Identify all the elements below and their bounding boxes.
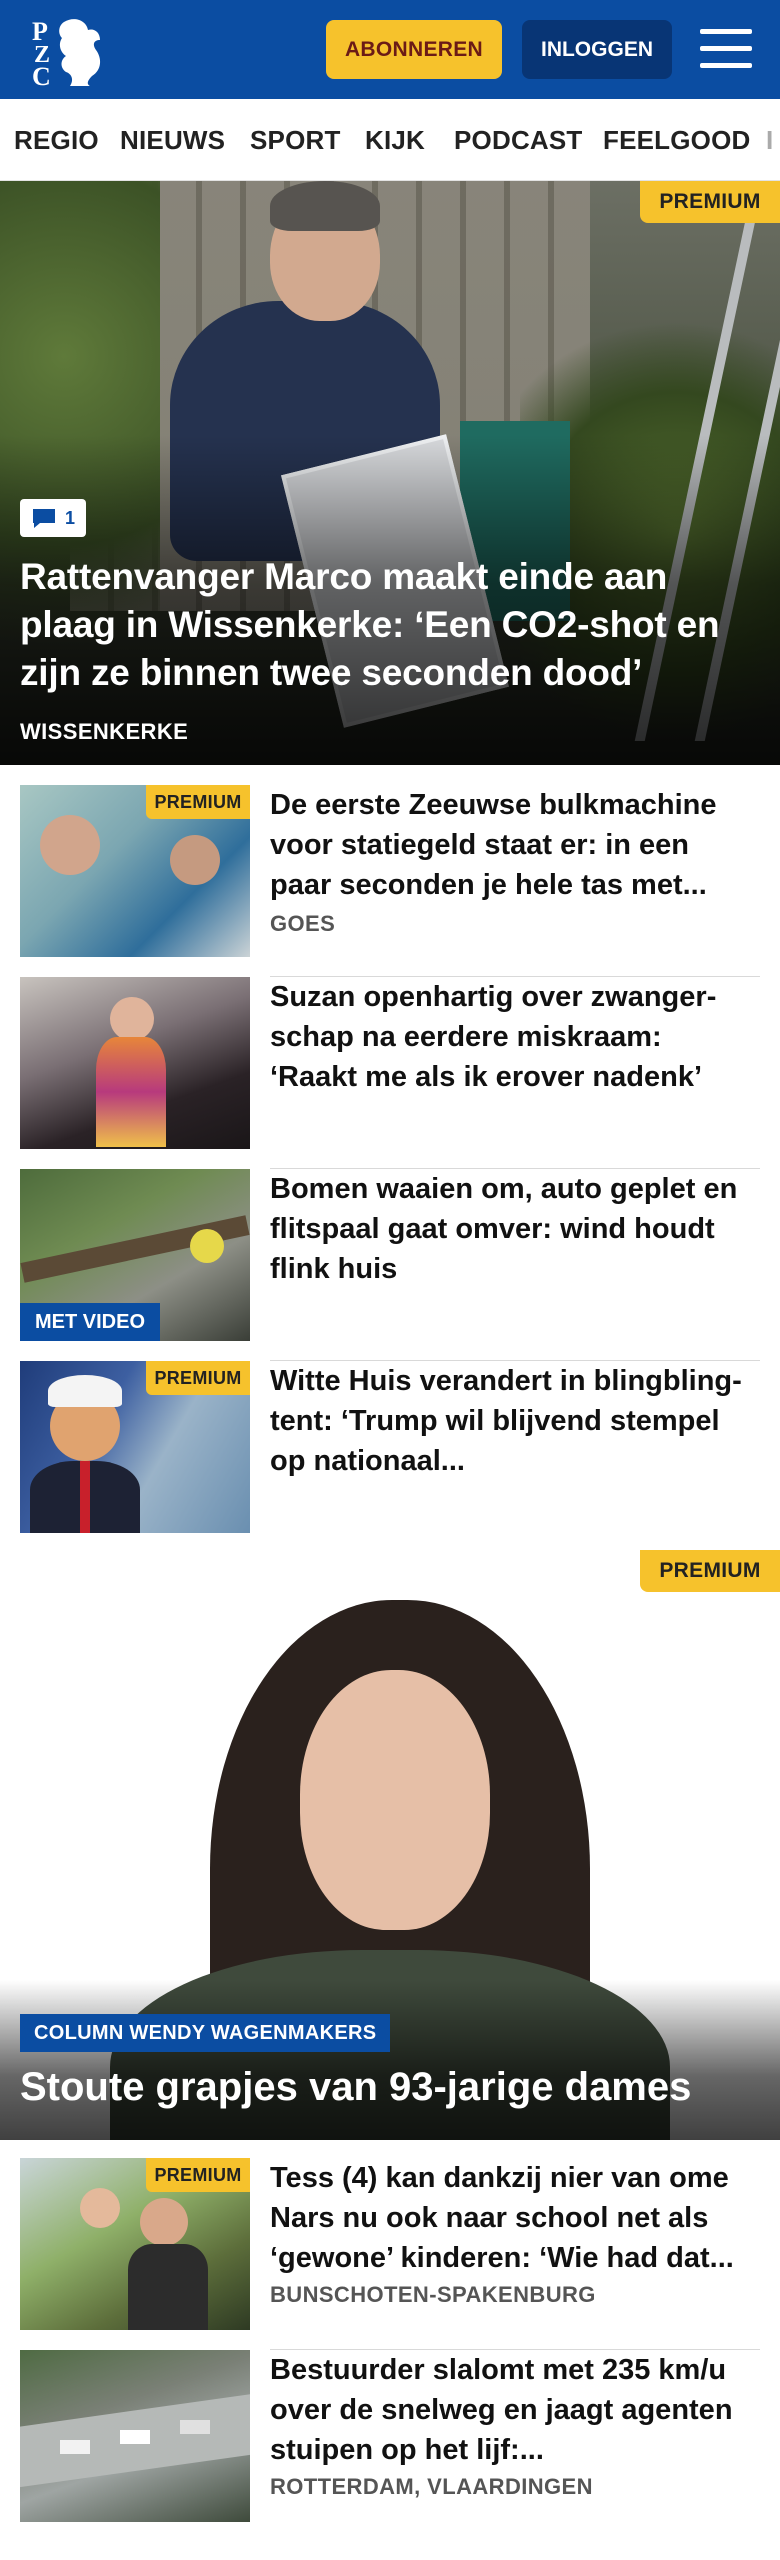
article-title[interactable]: Tess (4) kan dankzij nier van ome Nars n… (270, 2158, 750, 2278)
article-thumbnail (20, 977, 250, 1149)
premium-badge: PREMIUM (146, 2158, 250, 2192)
menu-line-bottom (700, 63, 752, 68)
video-badge: MET VIDEO (20, 1303, 160, 1341)
list-item[interactable]: MET VIDEO Bomen waaien om, auto geplet e… (20, 1169, 760, 1361)
list-item[interactable]: Bestuurder slalomt met 235 km/u over de … (20, 2350, 760, 2542)
logo-letter-c: C (32, 62, 51, 88)
site-header: P Z C ABONNEREN INLOGGEN (0, 0, 780, 99)
thumbnail-worker (190, 1229, 224, 1263)
article-thumbnail: PREMIUM (20, 1361, 250, 1533)
subscribe-button[interactable]: ABONNEREN (326, 20, 502, 79)
hamburger-menu-icon[interactable] (700, 27, 752, 71)
nav-item-regio[interactable]: REGIO (14, 125, 99, 156)
article-location: BUNSCHOTEN-SPAKENBURG (270, 2282, 596, 2307)
thumbnail-figure-tie (80, 1461, 90, 1533)
thumbnail-car (180, 2420, 210, 2434)
article-title[interactable]: Bestuurder slalomt met 235 km/u over de … (270, 2350, 750, 2470)
section-nav: REGIO NIEUWS SPORT KIJK PODCAST FEELGOOD… (0, 99, 780, 181)
nav-item-nieuws[interactable]: NIEUWS (120, 125, 225, 156)
menu-line-top (700, 29, 752, 34)
article-location: ROTTERDAM, VLAARDINGEN (270, 2474, 593, 2499)
list-item[interactable]: PREMIUM Tess (4) kan dankzij nier van om… (20, 2158, 760, 2350)
nav-item-kijk[interactable]: KIJK (365, 125, 425, 156)
premium-badge: PREMIUM (146, 1361, 250, 1395)
article-location: GOES (270, 911, 336, 936)
article-title[interactable]: Suzan openhartig over zwanger­schap na e… (270, 977, 750, 1097)
list-item[interactable]: PREMIUM Witte Huis verandert in blingbli… (20, 1361, 760, 1553)
column-title[interactable]: Stoute grapjes van 93-jarige dames (20, 2062, 691, 2112)
thumbnail-figure (170, 835, 220, 885)
column-author-tag[interactable]: COLUMN WENDY WAGENMAKERS (20, 2014, 391, 2052)
article-title[interactable]: Bomen waaien om, auto geplet en flitspaa… (270, 1169, 750, 1289)
nav-item-podcast[interactable]: PODCAST (454, 125, 583, 156)
hero-image-person-hair (270, 181, 380, 231)
premium-badge: PREMIUM (146, 785, 250, 819)
pzc-logo[interactable]: P Z C (30, 14, 110, 91)
thumbnail-hard-hat (48, 1375, 122, 1407)
article-thumbnail: PREMIUM (20, 2158, 250, 2330)
login-button[interactable]: INLOGGEN (522, 20, 672, 79)
thumbnail-car (60, 2440, 90, 2454)
thumbnail-child (80, 2188, 120, 2228)
hero-article[interactable]: PREMIUM 1 Rattenvanger Marco maakt einde… (0, 181, 780, 765)
thumbnail-dress (96, 1037, 166, 1147)
nav-item-feelgood[interactable]: FEELGOOD (603, 125, 751, 156)
thumbnail-adult-body (128, 2244, 208, 2330)
article-thumbnail (20, 2350, 250, 2522)
column-image-face (300, 1670, 490, 1930)
comment-count: 1 (64, 507, 75, 528)
column-article[interactable]: PREMIUM COLUMN WENDY WAGENMAKERS Stoute … (0, 1550, 780, 2140)
thumbnail-figure (110, 997, 154, 1041)
premium-badge: PREMIUM (640, 181, 780, 223)
hero-location: WISSENKERKE (20, 719, 189, 744)
list-item[interactable]: PREMIUM De eerste Zeeuwse bulkmachine vo… (20, 785, 760, 977)
list-item[interactable]: Suzan openhartig over zwanger­schap na e… (20, 977, 760, 1169)
premium-badge: PREMIUM (640, 1550, 780, 1592)
nav-item-partial[interactable]: I (766, 125, 773, 156)
nav-item-sport[interactable]: SPORT (250, 125, 341, 156)
article-thumbnail: MET VIDEO (20, 1169, 250, 1341)
article-title[interactable]: De eerste Zeeuwse bulkmachine voor stati… (270, 785, 750, 905)
menu-line-middle (700, 46, 752, 51)
comment-count-badge[interactable]: 1 (20, 499, 86, 537)
column-image-gradient (0, 1980, 780, 2140)
pzc-lion-logo-icon: P Z C (32, 17, 101, 91)
article-title[interactable]: Witte Huis verandert in blingbling-tent:… (270, 1361, 750, 1481)
comment-icon (32, 509, 55, 528)
thumbnail-car (120, 2430, 150, 2444)
hero-title[interactable]: Rattenvanger Marco maakt einde aan plaag… (20, 553, 760, 697)
article-thumbnail: PREMIUM (20, 785, 250, 957)
thumbnail-figure (40, 815, 100, 875)
thumbnail-adult (140, 2198, 188, 2246)
